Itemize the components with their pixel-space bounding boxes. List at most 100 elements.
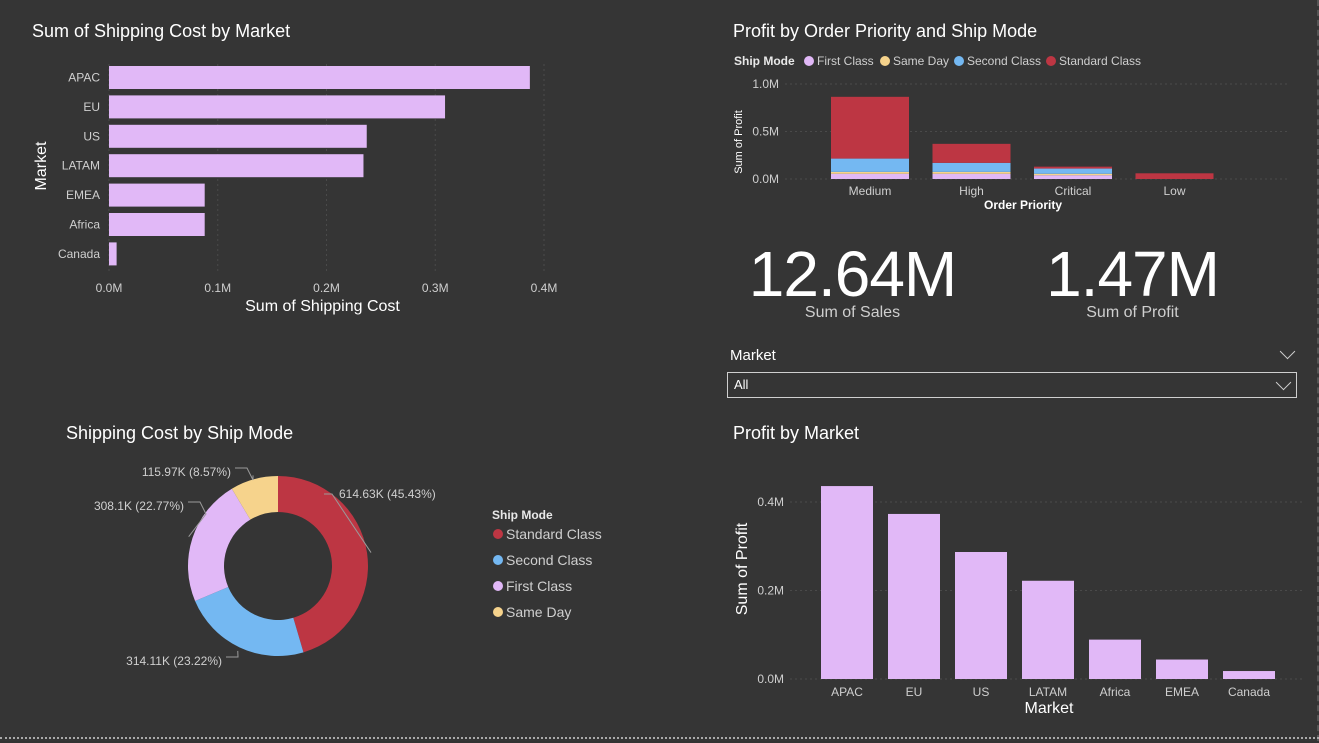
- bar: [1089, 639, 1141, 679]
- x-tick-label: 0.0M: [96, 281, 123, 295]
- x-tick-label: 0.4M: [531, 281, 558, 295]
- donut-slice: [188, 488, 251, 601]
- profit-by-market-chart: 0.0M 0.2M 0.4M APAC EU US LATAM Africa EMEA Canad…: [734, 486, 1302, 717]
- legend-label: Standard Class: [506, 526, 602, 542]
- y-tick-label: Canada: [58, 247, 100, 261]
- legend-label: First Class: [506, 578, 572, 594]
- x-tick-label: APAC: [831, 685, 863, 699]
- legend-label: First Class: [817, 54, 874, 68]
- x-tick-label: 0.3M: [422, 281, 449, 295]
- data-label: 314.11K (23.22%): [126, 654, 222, 668]
- shipping-by-market-visual[interactable]: Sum of Shipping Cost by Market 0.0M 0.1M 0…: [22, 14, 602, 344]
- profit-by-market-visual[interactable]: Profit by Market 0.0M 0.2M 0.4M APAC EU US LAT…: [722, 414, 1312, 734]
- profit-priority-chart: Ship Mode First Class Same Day Second Class…: [733, 54, 1287, 212]
- legend-title: Ship Mode: [734, 54, 795, 68]
- slicer-title: Market: [730, 347, 776, 364]
- data-label: 308.1K (22.77%): [94, 499, 184, 513]
- donut-slice: [195, 586, 304, 656]
- legend-marker: [493, 555, 503, 565]
- bar: [888, 513, 940, 679]
- legend-label: Second Class: [506, 552, 592, 568]
- data-label: 614.63K (45.43%): [339, 487, 436, 501]
- bar: [1156, 659, 1208, 679]
- bar: [109, 213, 205, 236]
- y-axis-title: Sum of Profit: [733, 110, 745, 174]
- kpi-value: 1.47M: [1046, 238, 1220, 310]
- y-tick-label: 0.2M: [757, 584, 784, 598]
- bar-segment: [932, 143, 1011, 163]
- y-tick-label: US: [83, 129, 100, 143]
- y-axis-title: Sum of Profit: [734, 522, 751, 615]
- kpi-label: Sum of Sales: [804, 304, 901, 321]
- bar: [821, 486, 873, 679]
- kpi-card-profit[interactable]: 1.47M Sum of Profit: [1000, 232, 1265, 332]
- bar-segment: [932, 173, 1011, 179]
- bar-segment: [831, 158, 909, 172]
- x-tick-label: EMEA: [1165, 685, 1199, 699]
- legend-marker: [880, 56, 890, 66]
- x-tick-label: Medium: [849, 184, 892, 198]
- kpi-label: Sum of Profit: [1086, 304, 1179, 321]
- bar-segment: [831, 171, 909, 174]
- bar-segment: [1034, 166, 1112, 169]
- legend-marker: [493, 607, 503, 617]
- bar: [1022, 580, 1074, 679]
- bar: [109, 242, 117, 266]
- page-bottom-border: [0, 737, 1319, 743]
- y-tick-label: Africa: [69, 218, 100, 232]
- y-tick-label: 0.0M: [757, 672, 784, 686]
- shipping-by-market-chart: 0.0M 0.1M 0.2M 0.3M 0.4M APAC EU US LATAM EMEA Afr…: [33, 64, 558, 315]
- legend-label: Second Class: [967, 54, 1041, 68]
- y-axis-title: Market: [33, 141, 50, 190]
- y-tick-label: APAC: [68, 71, 100, 85]
- legend-marker: [804, 56, 814, 66]
- x-tick-label: Africa: [1100, 685, 1131, 699]
- bar: [109, 154, 364, 178]
- slicer-selected-value: All: [734, 377, 749, 392]
- x-tick-label: US: [973, 685, 990, 699]
- bar: [1223, 671, 1275, 679]
- y-tick-label: 0.0M: [752, 172, 779, 186]
- y-tick-label: EU: [83, 100, 100, 114]
- bar: [109, 183, 205, 207]
- x-tick-label: High: [959, 184, 984, 198]
- x-tick-label: EU: [906, 685, 923, 699]
- y-tick-label: 0.5M: [752, 125, 779, 139]
- data-label: 115.97K (8.57%): [142, 465, 231, 479]
- bar-segment: [1034, 175, 1112, 179]
- bar: [109, 124, 367, 148]
- bar: [955, 552, 1007, 679]
- y-tick-label: 1.0M: [752, 77, 779, 91]
- x-axis-title: Order Priority: [984, 198, 1062, 212]
- shipping-by-mode-visual[interactable]: Shipping Cost by Ship Mode 614.63K (45.4…: [20, 414, 710, 734]
- y-tick-label: LATAM: [62, 159, 100, 173]
- slicer-dropdown[interactable]: All: [727, 372, 1297, 398]
- profit-priority-visual[interactable]: Profit by Order Priority and Ship Mode S…: [722, 14, 1312, 219]
- leader-line: [226, 650, 239, 658]
- kpi-card-sales[interactable]: 12.64M Sum of Sales: [720, 232, 985, 332]
- bar-segment: [831, 96, 909, 159]
- bar-segment: [932, 171, 1011, 174]
- x-axis-title: Sum of Shipping Cost: [245, 298, 400, 315]
- x-tick-label: Canada: [1228, 685, 1270, 699]
- legend-label: Same Day: [506, 604, 571, 620]
- legend-marker: [493, 529, 503, 539]
- bar: [109, 66, 530, 89]
- legend-title: Ship Mode: [492, 508, 553, 522]
- bar-segment: [1135, 173, 1214, 179]
- market-slicer[interactable]: Market All: [722, 342, 1302, 402]
- leader-line: [235, 467, 254, 481]
- shipping-by-mode-chart: 614.63K (45.43%) 314.11K (23.22%) 308.1K (…: [94, 465, 602, 668]
- x-tick-label: 0.1M: [204, 281, 231, 295]
- legend-label: Standard Class: [1059, 54, 1141, 68]
- legend-marker: [954, 56, 964, 66]
- bar-segment: [831, 173, 909, 179]
- legend-label: Same Day: [893, 54, 949, 68]
- x-tick-label: LATAM: [1029, 685, 1067, 699]
- chevron-down-icon[interactable]: [1279, 343, 1296, 360]
- legend-marker: [1046, 56, 1056, 66]
- bar: [109, 95, 446, 119]
- kpi-value: 12.64M: [748, 238, 957, 310]
- bar-segment: [1034, 168, 1112, 174]
- bar-segment: [1034, 173, 1112, 176]
